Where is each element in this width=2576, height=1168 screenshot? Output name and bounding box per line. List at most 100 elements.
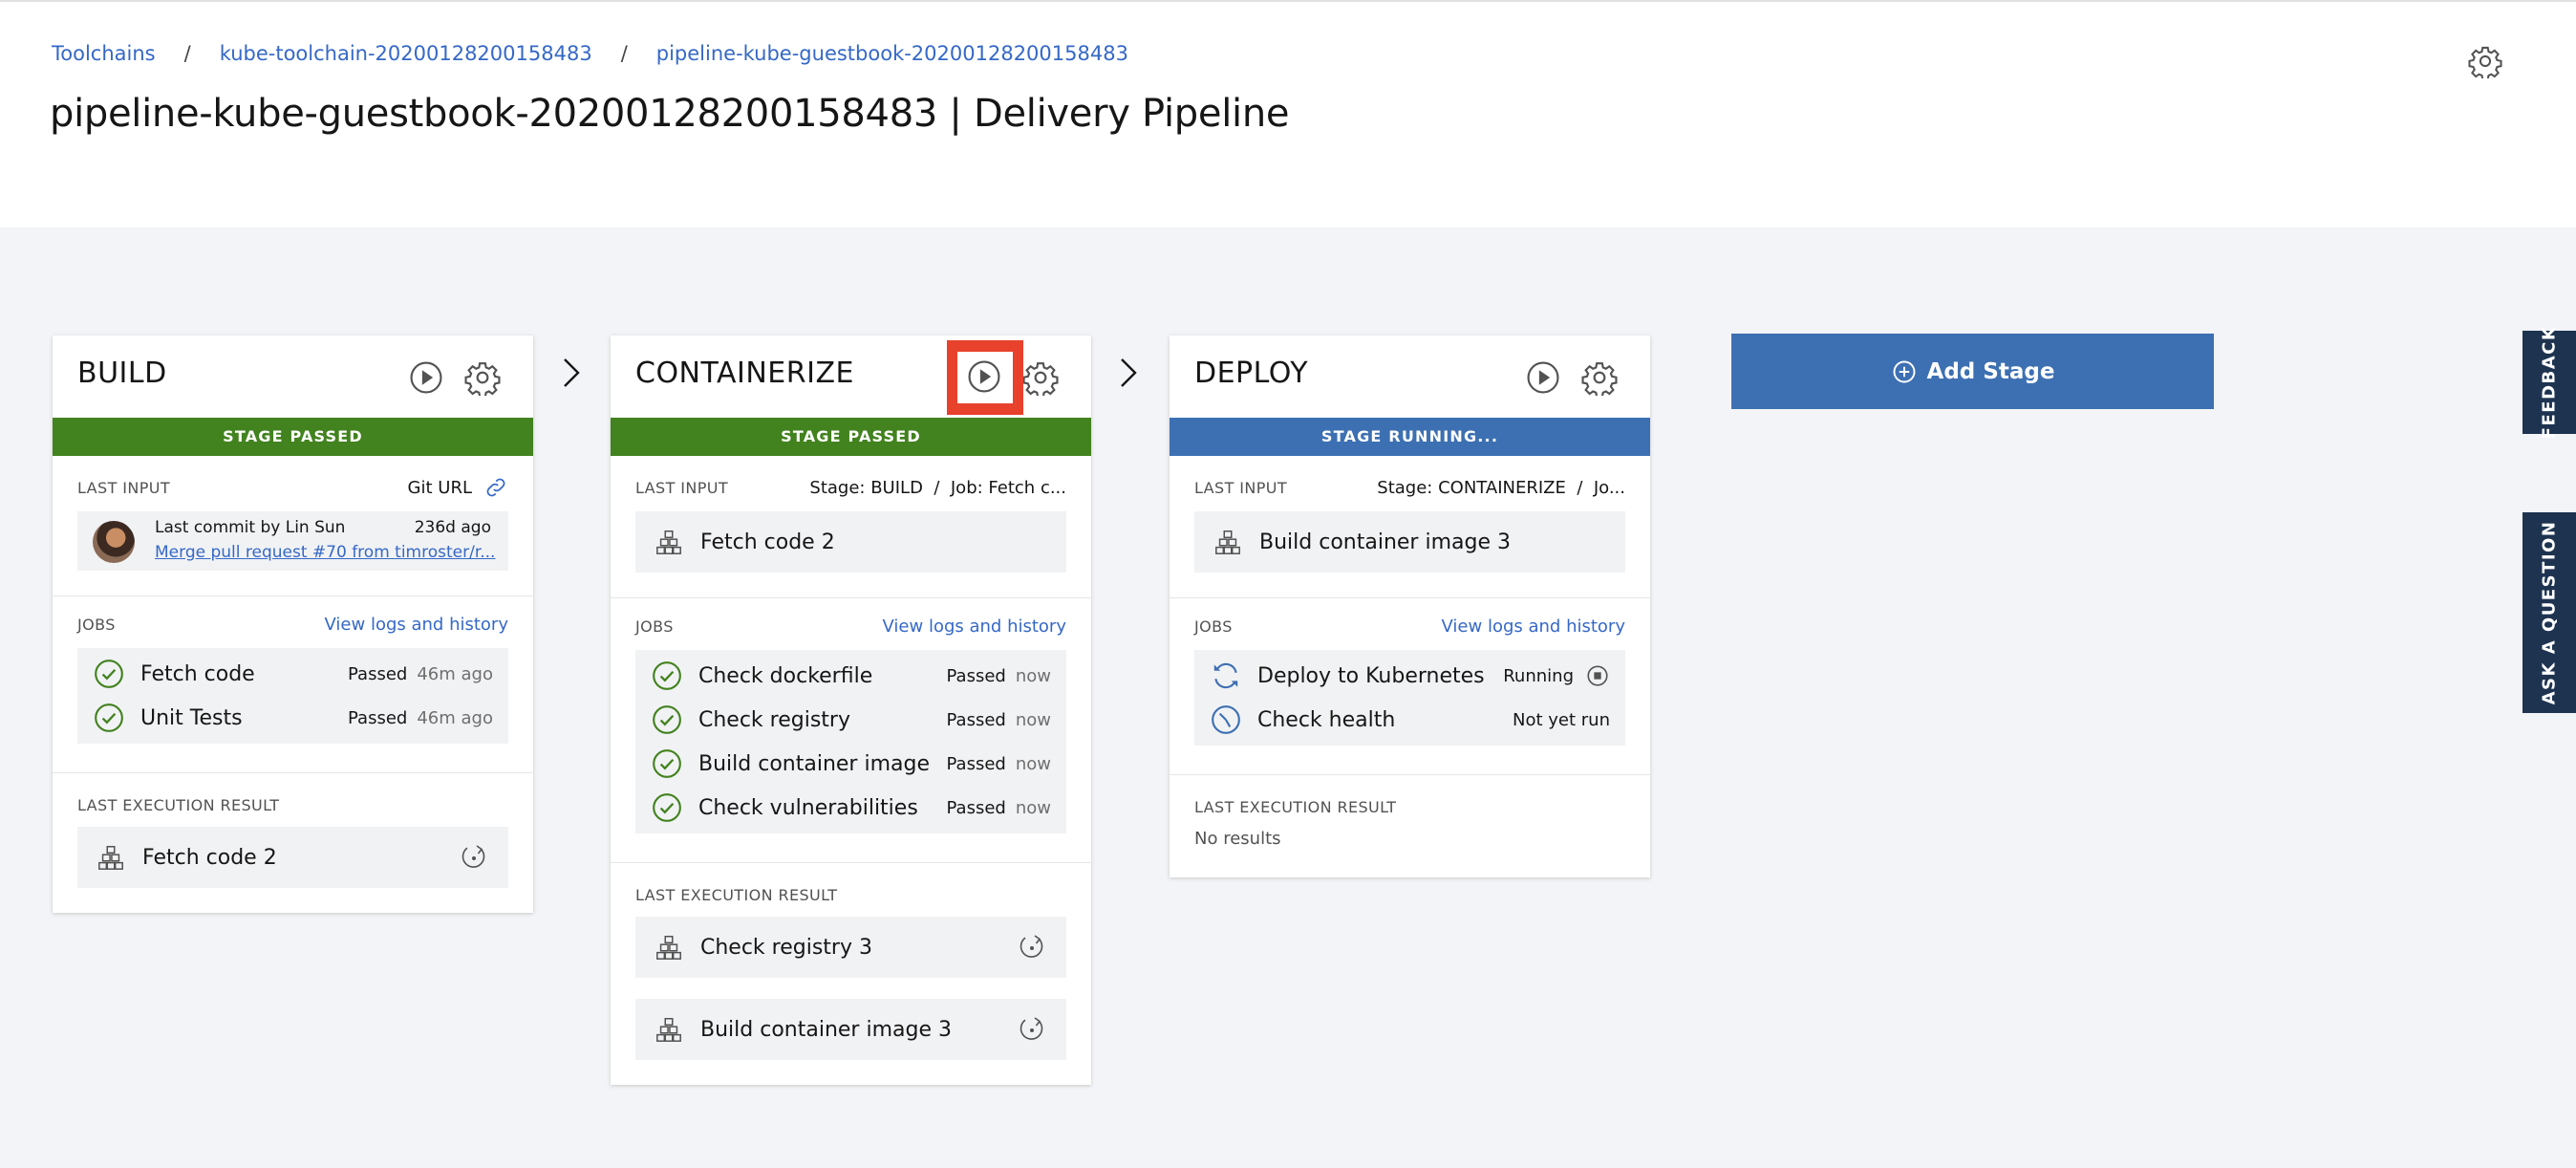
clock-icon — [1212, 705, 1240, 734]
input-item[interactable]: Build container image 3 — [1194, 511, 1625, 573]
rerun-icon[interactable] — [1017, 1014, 1047, 1045]
job-status: Running — [1503, 665, 1574, 686]
view-logs-link[interactable]: View logs and history — [1442, 616, 1625, 637]
job-status: Passed — [946, 709, 1006, 730]
job-row[interactable]: Check registry Passed now — [635, 698, 1066, 742]
avatar — [93, 521, 135, 563]
job-name: Build container image — [698, 751, 930, 776]
job-row[interactable]: Unit Tests Passed 46m ago — [77, 696, 508, 740]
last-result-section: LAST EXECUTION RESULT Fetch code 2 — [53, 772, 533, 913]
job-name: Check health — [1257, 707, 1396, 732]
job-status: Not yet run — [1513, 709, 1610, 730]
artifact-icon — [656, 1018, 681, 1042]
artifact-icon — [1215, 530, 1240, 554]
job-row[interactable]: Check dockerfile Passed now — [635, 654, 1066, 698]
run-stage-play-icon[interactable] — [408, 359, 444, 396]
add-circle-icon — [1893, 360, 1916, 382]
ask-question-label: ASK A QUESTION — [2539, 520, 2560, 705]
top-divider — [0, 0, 2576, 2]
result-name: Check registry 3 — [700, 935, 872, 960]
add-stage-button[interactable]: Add Stage — [1731, 334, 2214, 409]
chevron-right-icon — [1121, 358, 1137, 387]
breadcrumb-toolchain[interactable]: kube-toolchain-20200128200158483 — [220, 42, 592, 65]
view-logs-link[interactable]: View logs and history — [883, 616, 1066, 637]
run-stage-play-icon[interactable] — [966, 358, 1002, 395]
view-logs-link[interactable]: View logs and history — [325, 615, 508, 635]
stage-title: CONTAINERIZE — [635, 357, 854, 390]
no-results-text: No results — [1194, 829, 1281, 849]
chevron-right-icon — [564, 358, 580, 387]
artifact-icon — [656, 936, 681, 960]
job-status: Passed — [946, 665, 1006, 686]
link-icon[interactable] — [483, 475, 508, 500]
result-item[interactable]: Build container image 3 — [635, 999, 1066, 1060]
rerun-icon[interactable] — [459, 842, 489, 873]
pipeline-settings-gear-icon[interactable] — [2468, 44, 2502, 81]
stage-title: DEPLOY — [1194, 357, 1309, 390]
job-time: 46m ago — [417, 707, 493, 728]
input-source: Stage: BUILD / Job: Fetch c... — [809, 477, 1066, 498]
input-value: Build container image 3 — [1259, 530, 1511, 554]
ask-question-tab[interactable]: ASK A QUESTION — [2522, 512, 2576, 713]
stage-card-containerize: CONTAINERIZE STAGE PASSED LAST INPUT Sta… — [611, 335, 1091, 1085]
last-input-section: LAST INPUT Stage: BUILD / Job: Fetch c..… — [611, 456, 1091, 597]
result-name: Build container image 3 — [700, 1017, 952, 1042]
jobs-label: JOBS — [1194, 616, 1233, 636]
commit-author: Last commit by Lin Sun — [155, 518, 346, 537]
job-time: now — [1015, 797, 1051, 818]
stop-icon[interactable] — [1585, 663, 1610, 688]
stage-card-build: BUILD STAGE PASSED LAST INPUT Git URL La… — [53, 335, 533, 913]
job-name: Check dockerfile — [698, 663, 873, 688]
stage-status-bar: STAGE PASSED — [53, 418, 533, 456]
job-row[interactable]: Check health Not yet run — [1194, 698, 1625, 742]
input-value: Fetch code 2 — [700, 530, 835, 554]
breadcrumb: Toolchains / kube-toolchain-20200128200158… — [52, 42, 1128, 65]
stage-settings-gear-icon[interactable] — [1022, 359, 1059, 396]
add-stage-label: Add Stage — [1926, 358, 2055, 384]
stage-title: BUILD — [77, 357, 167, 390]
job-status: Passed — [946, 753, 1006, 774]
input-source: Stage: CONTAINERIZE / Jo... — [1377, 477, 1625, 498]
breadcrumb-pipeline[interactable]: pipeline-kube-guestbook-2020012820015848… — [656, 42, 1128, 65]
job-name: Unit Tests — [140, 705, 243, 730]
last-input-label: LAST INPUT — [635, 478, 729, 497]
job-time: now — [1015, 665, 1051, 686]
refresh-icon — [1213, 662, 1238, 689]
artifact-icon — [656, 530, 681, 554]
breadcrumb-separator: / — [620, 42, 628, 65]
last-result-section: LAST EXECUTION RESULT No results — [1170, 774, 1650, 877]
result-name: Fetch code 2 — [142, 845, 277, 870]
input-item[interactable]: Fetch code 2 — [635, 511, 1066, 573]
last-result-section: LAST EXECUTION RESULT Check registry 3 B… — [611, 862, 1091, 1085]
last-input-section: LAST INPUT Git URL Last commit by Lin Su… — [53, 456, 533, 595]
stage-status-bar: STAGE PASSED — [611, 418, 1091, 456]
feedback-tab[interactable]: FEEDBACK — [2522, 326, 2576, 439]
stage-card-deploy: DEPLOY STAGE RUNNING... LAST INPUT Stage… — [1170, 335, 1650, 877]
job-row[interactable]: Check vulnerabilities Passed now — [635, 786, 1066, 830]
commit-message-link[interactable]: Merge pull request #70 from timroster/r.… — [155, 543, 495, 562]
job-row[interactable]: Build container image Passed now — [635, 742, 1066, 786]
job-time: 46m ago — [417, 663, 493, 684]
stage-settings-gear-icon[interactable] — [1581, 359, 1618, 396]
check-circle-icon — [95, 703, 123, 732]
result-item[interactable]: Fetch code 2 — [77, 827, 508, 888]
jobs-section: JOBS View logs and history Deploy to Kub… — [1170, 597, 1650, 774]
job-row[interactable]: Fetch code Passed 46m ago — [77, 652, 508, 696]
breadcrumb-toolchains[interactable]: Toolchains — [52, 42, 156, 65]
jobs-list: Deploy to Kubernetes Running Check healt… — [1194, 650, 1625, 746]
run-stage-play-icon[interactable] — [1525, 359, 1561, 396]
check-circle-icon — [653, 793, 681, 822]
job-status: Passed — [946, 797, 1006, 818]
stage-settings-gear-icon[interactable] — [464, 359, 501, 396]
page-header: Toolchains / kube-toolchain-20200128200158… — [0, 0, 2576, 227]
job-time: now — [1015, 709, 1051, 730]
commit-age: 236d ago — [414, 518, 491, 537]
job-row[interactable]: Deploy to Kubernetes Running — [1194, 654, 1625, 698]
artifact-icon — [98, 846, 123, 870]
last-result-label: LAST EXECUTION RESULT — [635, 885, 838, 904]
result-item[interactable]: Check registry 3 — [635, 917, 1066, 978]
last-input-label: LAST INPUT — [1194, 478, 1288, 497]
jobs-list: Check dockerfile Passed now Check regist… — [635, 650, 1066, 833]
check-circle-icon — [95, 660, 123, 688]
rerun-icon[interactable] — [1017, 932, 1047, 963]
